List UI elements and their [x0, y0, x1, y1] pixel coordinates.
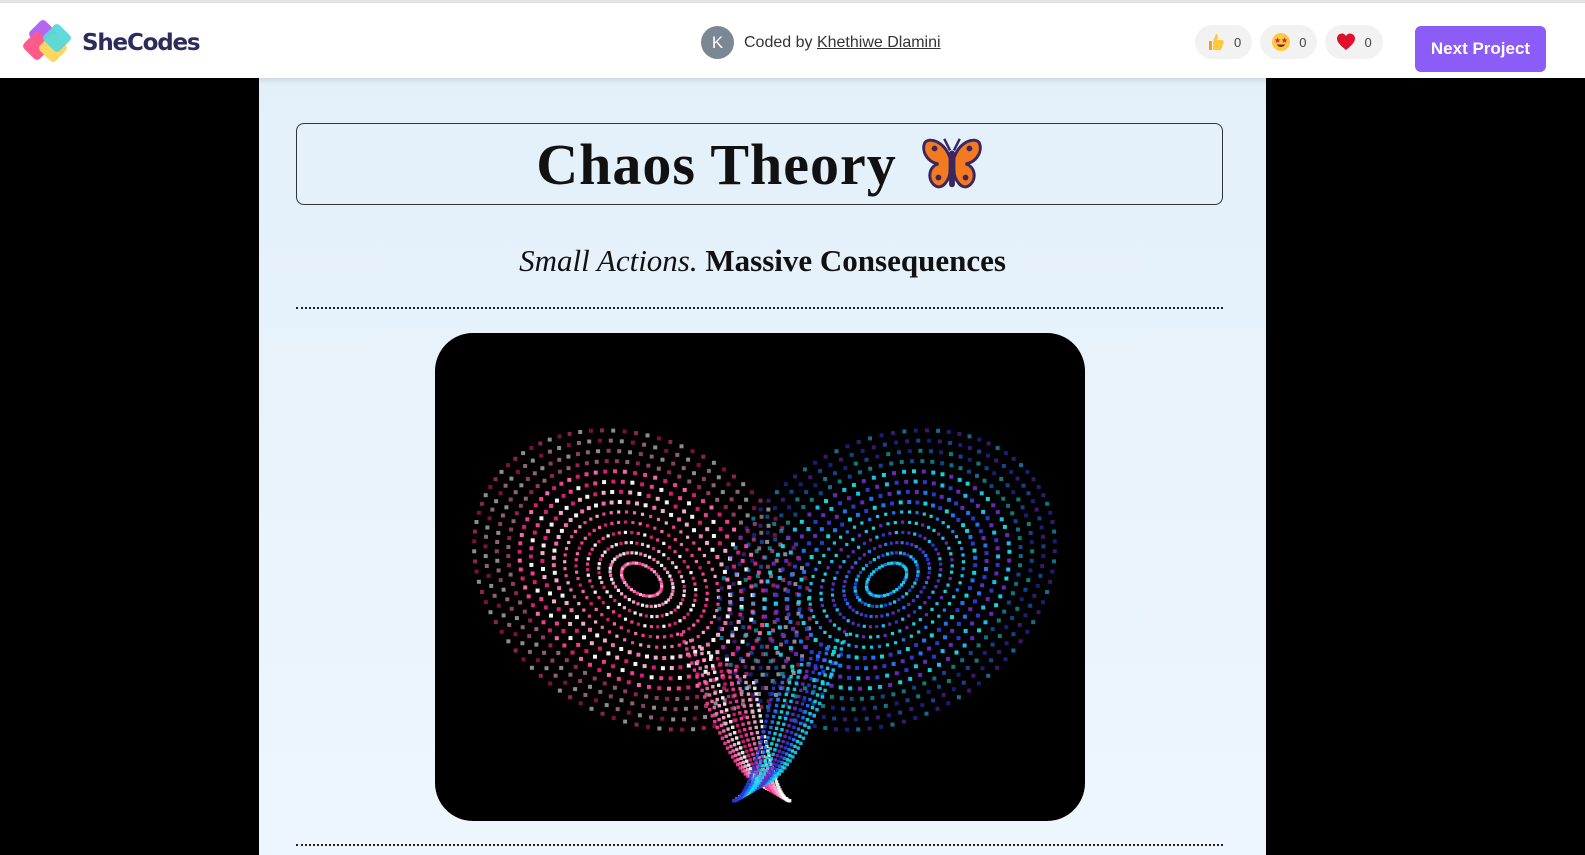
star-struck-icon — [1272, 33, 1291, 51]
tagline-bold: Massive Consequences — [705, 243, 1006, 278]
heart-icon — [1337, 33, 1356, 50]
coder-name-link[interactable]: Khethiwe Dlamini — [817, 34, 941, 51]
coder-info: K Coded by Khethiwe Dlamini — [701, 26, 941, 59]
butterfly-icon — [922, 138, 982, 189]
butterfly-attractor-image — [435, 333, 1085, 821]
top-bar: SheCodes K Coded by Khethiwe Dlamini 0 0 — [0, 0, 1585, 78]
avatar: K — [701, 26, 734, 59]
reaction-count: 0 — [1299, 34, 1307, 50]
page-title: Chaos Theory — [536, 131, 897, 197]
reaction-count: 0 — [1234, 34, 1242, 50]
reaction-thumbs-up-button[interactable]: 0 — [1195, 25, 1253, 59]
tagline: Small Actions. Massive Consequences — [259, 243, 1266, 279]
reactions: 0 0 0 — [1195, 25, 1383, 59]
title-box: Chaos Theory — [296, 123, 1223, 205]
coded-by-label: Coded by — [744, 33, 813, 51]
logo-text: SheCodes — [82, 30, 201, 56]
project-panel: Chaos Theory Small Actions. Massive Cons… — [259, 78, 1266, 855]
lorenz-attractor-butterfly-image — [472, 428, 1057, 803]
tagline-italic: Small Actions. — [519, 243, 698, 278]
shecodes-logo-icon — [23, 20, 71, 62]
shecodes-logo[interactable]: SheCodes — [22, 15, 201, 71]
reaction-count: 0 — [1364, 34, 1372, 50]
coded-by-text: Coded by Khethiwe Dlamini — [744, 34, 941, 52]
reaction-star-struck-button[interactable]: 0 — [1260, 25, 1318, 59]
divider-top — [296, 307, 1223, 309]
thumbs-up-icon — [1209, 34, 1224, 50]
next-project-button[interactable]: Next Project — [1415, 26, 1546, 72]
reaction-heart-button[interactable]: 0 — [1325, 25, 1383, 59]
divider-bottom — [296, 844, 1223, 846]
